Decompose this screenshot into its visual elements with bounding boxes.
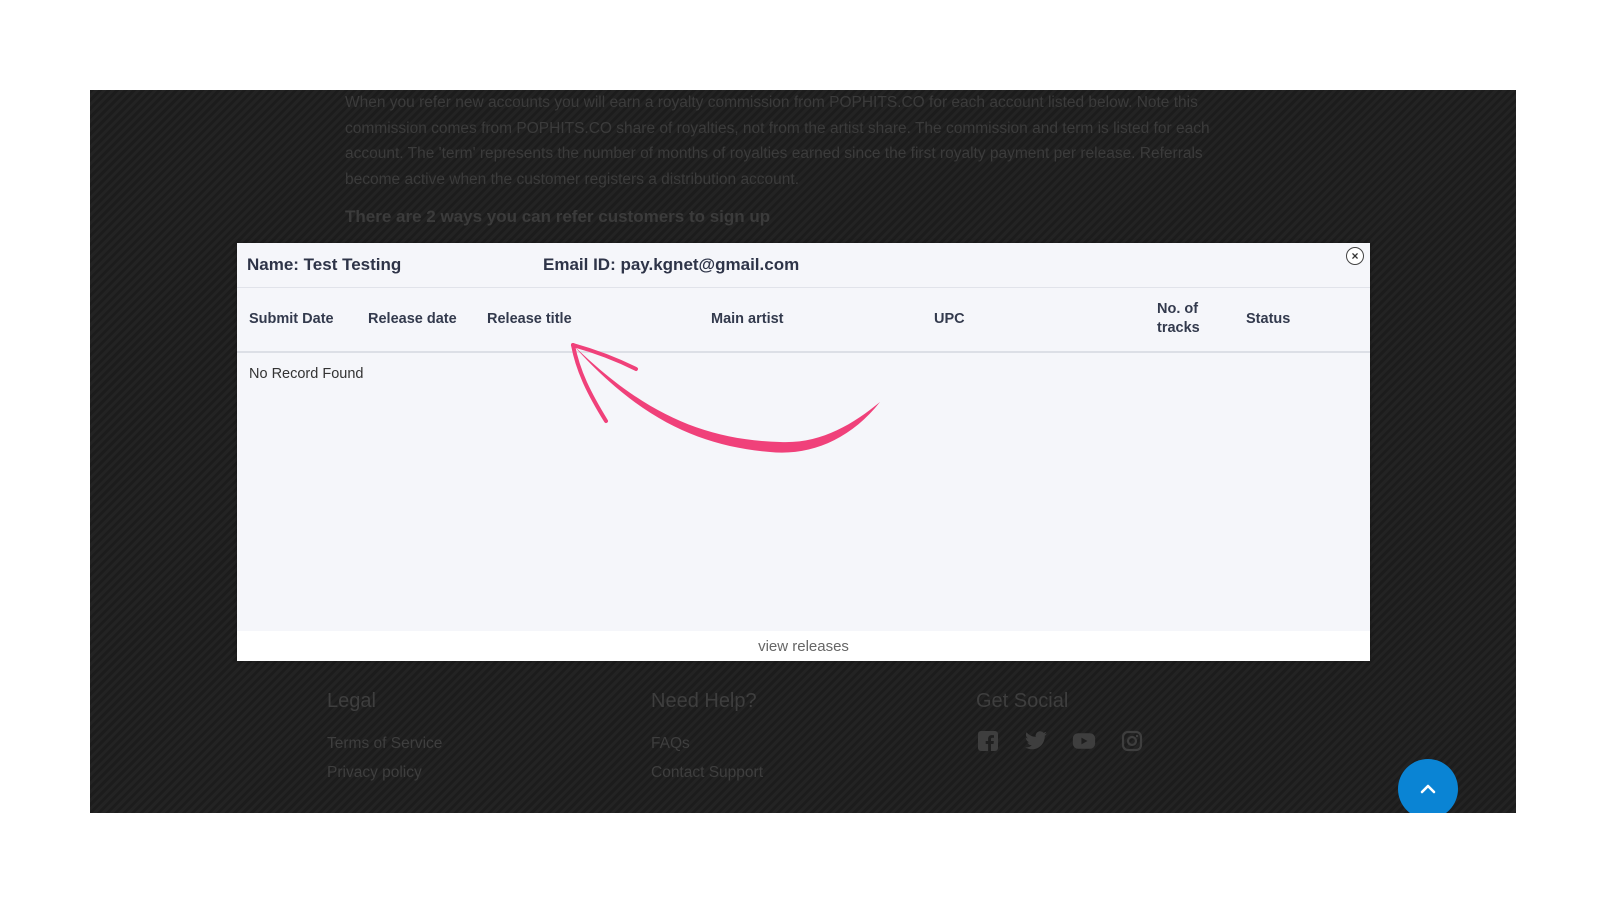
col-release-title[interactable]: Release title (487, 310, 572, 329)
footer-legal: Legal Terms of Service Privacy policy (327, 690, 442, 787)
footer-social: Get Social (976, 690, 1144, 753)
facebook-icon[interactable] (976, 729, 1000, 753)
terms-link[interactable]: Terms of Service (327, 729, 442, 758)
privacy-link[interactable]: Privacy policy (327, 758, 442, 787)
youtube-icon[interactable] (1072, 729, 1096, 753)
col-release-date[interactable]: Release date (368, 310, 457, 329)
footer-help: Need Help? FAQs Contact Support (651, 690, 763, 787)
scroll-to-top-button[interactable] (1398, 759, 1458, 813)
contact-support-link[interactable]: Contact Support (651, 758, 763, 787)
referral-description: When you refer new accounts you will ear… (345, 94, 1210, 188)
faqs-link[interactable]: FAQs (651, 729, 763, 758)
customer-name: Name: Test Testing (247, 255, 402, 274)
modal-header: Name: Test Testing Email ID: pay.kgnet@g… (237, 243, 1370, 288)
col-submit-date[interactable]: Submit Date (249, 310, 334, 329)
col-no-of-tracks[interactable]: No. of tracks (1157, 300, 1217, 338)
close-icon: × (1351, 249, 1359, 263)
col-status[interactable]: Status (1246, 310, 1290, 329)
modal-footer: view releases (237, 631, 1370, 661)
customer-email: Email ID: pay.kgnet@gmail.com (543, 255, 800, 274)
footer-social-title: Get Social (976, 690, 1069, 712)
table-header: Submit Date Release date Release title M… (237, 288, 1370, 353)
no-record-message: No Record Found (249, 366, 364, 382)
close-button[interactable]: × (1346, 247, 1364, 265)
twitter-icon[interactable] (1024, 729, 1048, 753)
footer-legal-title: Legal (327, 690, 376, 712)
referral-subheading: There are 2 ways you can refer customers… (345, 207, 771, 226)
view-releases-link[interactable]: view releases (758, 638, 849, 655)
instagram-icon[interactable] (1120, 729, 1144, 753)
referral-releases-modal: Name: Test Testing Email ID: pay.kgnet@g… (237, 243, 1370, 661)
col-upc[interactable]: UPC (934, 310, 965, 329)
chevron-up-icon (1420, 784, 1436, 794)
footer-help-title: Need Help? (651, 690, 757, 712)
col-main-artist[interactable]: Main artist (711, 310, 784, 329)
